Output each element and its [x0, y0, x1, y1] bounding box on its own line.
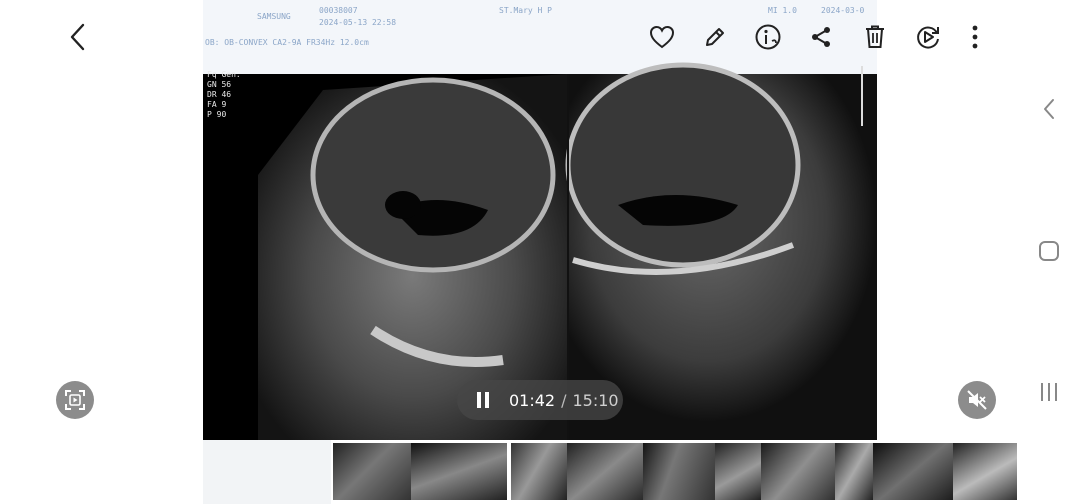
- screen-capture-icon[interactable]: [56, 381, 94, 419]
- heart-icon[interactable]: [646, 22, 678, 52]
- filmstrip-thumb[interactable]: [333, 443, 411, 500]
- header-mi: MI 1.0: [768, 6, 797, 15]
- header-id: 00038007: [319, 6, 358, 15]
- filmstrip-thumb[interactable]: [411, 443, 507, 500]
- filmstrip-thumb[interactable]: [511, 443, 567, 500]
- header-date2: 2024-03-0: [821, 6, 865, 15]
- filmstrip[interactable]: [333, 443, 1017, 500]
- param-row: GN 56: [207, 80, 232, 89]
- header-logo: SAMSUNG: [257, 12, 291, 21]
- filmstrip-thumb[interactable]: [761, 443, 835, 500]
- delete-icon[interactable]: [860, 22, 890, 52]
- filmstrip-thumb[interactable]: [643, 443, 715, 500]
- nav-recents-icon[interactable]: [1034, 377, 1064, 407]
- sound-off-icon[interactable]: [958, 381, 996, 419]
- scan-params: Fq Gen. GN 56 DR 46 FA 9 P 90: [207, 70, 241, 120]
- filmstrip-thumb[interactable]: [567, 443, 643, 500]
- filmstrip-thumb[interactable]: [835, 443, 873, 500]
- header-probe: OB: OB-CONVEX CA2-9A FR34Hz 12.0cm: [205, 38, 369, 47]
- param-row: DR 46: [207, 90, 232, 99]
- rotate-play-icon[interactable]: [912, 22, 944, 52]
- back-icon[interactable]: [62, 20, 94, 54]
- filmstrip-thumb[interactable]: [715, 443, 761, 500]
- pause-icon[interactable]: [457, 380, 509, 420]
- details-icon[interactable]: [752, 22, 784, 52]
- param-row: FA 9: [207, 100, 227, 109]
- ultrasound-frame: [203, 0, 877, 440]
- header-date: 2024-05-13 22:58: [319, 18, 397, 27]
- filmstrip-thumb[interactable]: [953, 443, 1017, 500]
- current-time: 01:42: [509, 390, 556, 410]
- playback-control: 01:42 / 15:10: [457, 380, 623, 420]
- edit-icon[interactable]: [700, 22, 730, 52]
- bottom-placeholder: [203, 440, 331, 504]
- video-player[interactable]: SAMSUNG 00038007 2024-05-13 22:58 ST.Mar…: [203, 0, 877, 440]
- time-separator: /: [561, 390, 567, 410]
- share-icon[interactable]: [806, 22, 836, 52]
- total-time: 15:10: [572, 390, 619, 410]
- nav-home-icon[interactable]: [1034, 236, 1064, 266]
- param-row: P 90: [207, 110, 227, 119]
- nav-back-icon[interactable]: [1034, 94, 1064, 124]
- header-name: ST.Mary H P: [499, 6, 552, 15]
- more-icon[interactable]: [962, 22, 988, 52]
- param-row: Fq Gen.: [207, 70, 241, 79]
- filmstrip-thumb[interactable]: [873, 443, 953, 500]
